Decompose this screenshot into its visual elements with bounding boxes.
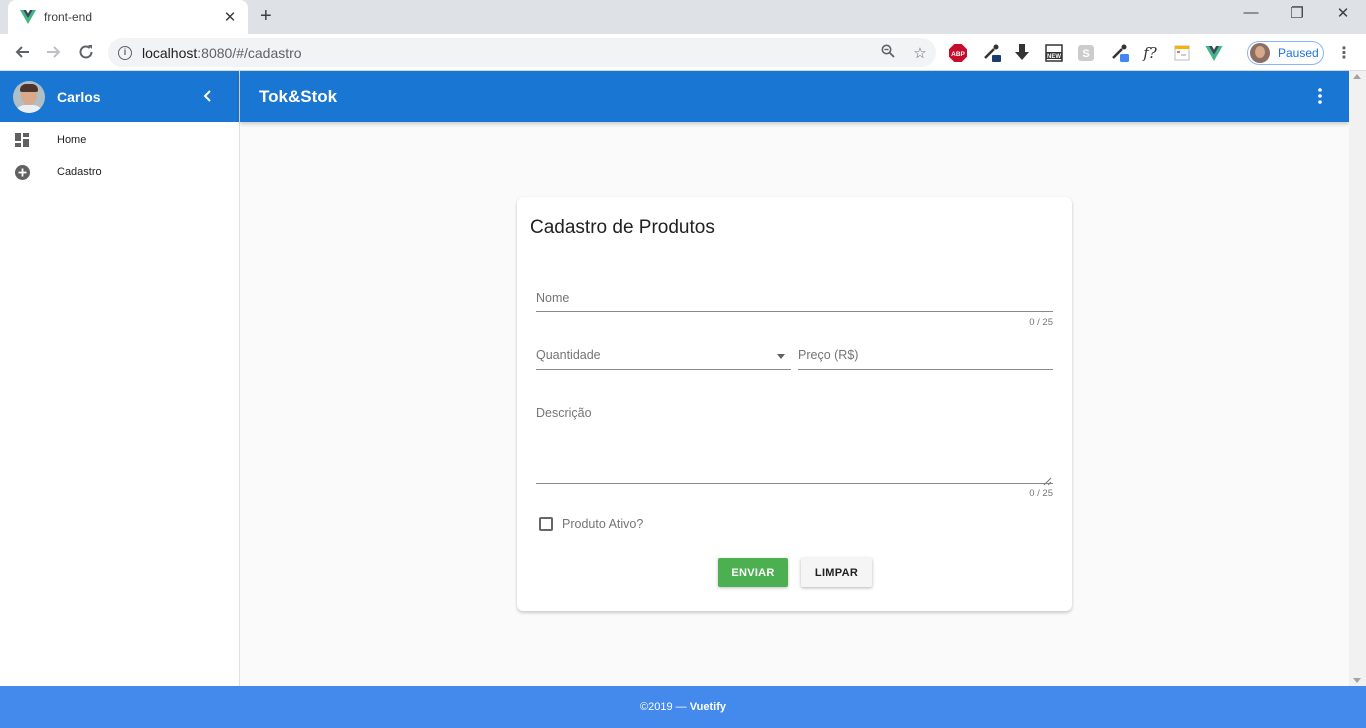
scroll-up-icon[interactable] xyxy=(1353,74,1361,79)
picker-icon[interactable] xyxy=(1110,43,1130,63)
url-text: localhost:8080/#/cadastro xyxy=(142,44,302,61)
add-circle-icon xyxy=(14,164,30,180)
eyedropper-icon[interactable] xyxy=(982,43,1002,63)
footer-text: ©2019 — Vuetify xyxy=(640,701,726,713)
address-bar[interactable]: i localhost:8080/#/cadastro ☆ xyxy=(108,38,936,67)
abp-icon[interactable]: ABP xyxy=(948,43,968,63)
browser-tab[interactable]: front-end ✕ xyxy=(8,0,248,34)
product-form-card: Cadastro de Produtos Nome 0 / 25 Quantid… xyxy=(517,197,1072,611)
limpar-button[interactable]: LIMPAR xyxy=(801,558,872,587)
descricao-textarea[interactable]: Descrição xyxy=(536,406,1053,486)
window-close-icon[interactable]: ✕ xyxy=(1320,4,1366,22)
preco-field[interactable]: Preço (R$) xyxy=(798,348,1053,370)
drawer-header: Carlos xyxy=(0,71,239,122)
browser-menu-icon[interactable]: ⋮ xyxy=(1336,43,1352,63)
nome-label: Nome xyxy=(536,291,570,305)
user-name: Carlos xyxy=(57,88,101,105)
form-title: Cadastro de Produtos xyxy=(530,217,715,238)
avatar xyxy=(13,80,45,113)
more-vert-icon[interactable] xyxy=(1312,87,1328,105)
s-icon[interactable]: S xyxy=(1076,43,1096,63)
quantidade-select[interactable]: Quantidade xyxy=(536,348,791,370)
preco-label: Preço (R$) xyxy=(798,348,859,362)
resize-handle-icon[interactable] xyxy=(1043,473,1052,486)
site-info-icon[interactable]: i xyxy=(118,45,132,60)
chevron-left-icon[interactable] xyxy=(200,87,216,105)
navigation-drawer: Carlos Home Cadastro xyxy=(0,71,240,686)
scroll-down-icon[interactable] xyxy=(1353,678,1361,683)
zoom-icon[interactable] xyxy=(872,44,904,62)
dropdown-arrow-icon xyxy=(777,354,785,359)
vue-devtools-icon[interactable] xyxy=(1204,43,1224,63)
profile-status: Paused xyxy=(1278,46,1319,60)
profile-avatar xyxy=(1250,43,1270,63)
browser-tab-strip: front-end ✕ + — ❐ ✕ xyxy=(0,0,1366,34)
calendar-icon[interactable] xyxy=(1172,43,1192,63)
new-tab-icon[interactable]: + xyxy=(260,6,272,26)
tab-title: front-end xyxy=(44,10,93,24)
reload-icon[interactable] xyxy=(74,40,98,64)
dashboard-icon xyxy=(14,132,30,148)
sidebar-item-label: Cadastro xyxy=(57,166,102,178)
sidebar-item-cadastro[interactable]: Cadastro xyxy=(0,156,239,188)
tab-close-icon[interactable]: ✕ xyxy=(222,8,238,26)
download-icon[interactable] xyxy=(1012,43,1032,63)
minimize-icon[interactable]: — xyxy=(1228,4,1274,21)
footer: ©2019 — Vuetify xyxy=(0,686,1366,728)
browser-toolbar: i localhost:8080/#/cadastro ☆ ABP NEW S … xyxy=(0,34,1366,71)
restore-icon[interactable]: ❐ xyxy=(1274,4,1320,22)
sidebar-item-label: Home xyxy=(57,134,87,146)
descricao-label: Descrição xyxy=(536,406,592,420)
new-icon[interactable]: NEW xyxy=(1044,43,1064,63)
svg-text:NEW: NEW xyxy=(1047,54,1061,60)
nome-field[interactable]: Nome xyxy=(536,291,1053,312)
fx-icon[interactable]: f? xyxy=(1140,43,1160,63)
svg-text:ABP: ABP xyxy=(951,51,965,58)
quantidade-label: Quantidade xyxy=(536,348,601,362)
page-scrollbar[interactable] xyxy=(1349,71,1366,686)
nome-counter: 0 / 25 xyxy=(1029,317,1053,328)
profile-button[interactable]: Paused xyxy=(1247,41,1324,65)
descricao-counter: 0 / 25 xyxy=(1029,488,1053,499)
back-icon[interactable] xyxy=(10,40,34,64)
enviar-button[interactable]: ENVIAR xyxy=(718,558,788,587)
vue-favicon-icon xyxy=(20,9,36,25)
app-bar: Tok&Stok xyxy=(240,71,1349,122)
svg-text:S: S xyxy=(1082,48,1089,60)
forward-icon[interactable] xyxy=(42,40,66,64)
app-title: Tok&Stok xyxy=(259,87,338,106)
sidebar-item-home[interactable]: Home xyxy=(0,124,239,156)
produto-ativo-label[interactable]: Produto Ativo? xyxy=(562,517,643,531)
produto-ativo-checkbox[interactable] xyxy=(539,517,553,531)
bookmark-star-icon[interactable]: ☆ xyxy=(904,44,936,62)
